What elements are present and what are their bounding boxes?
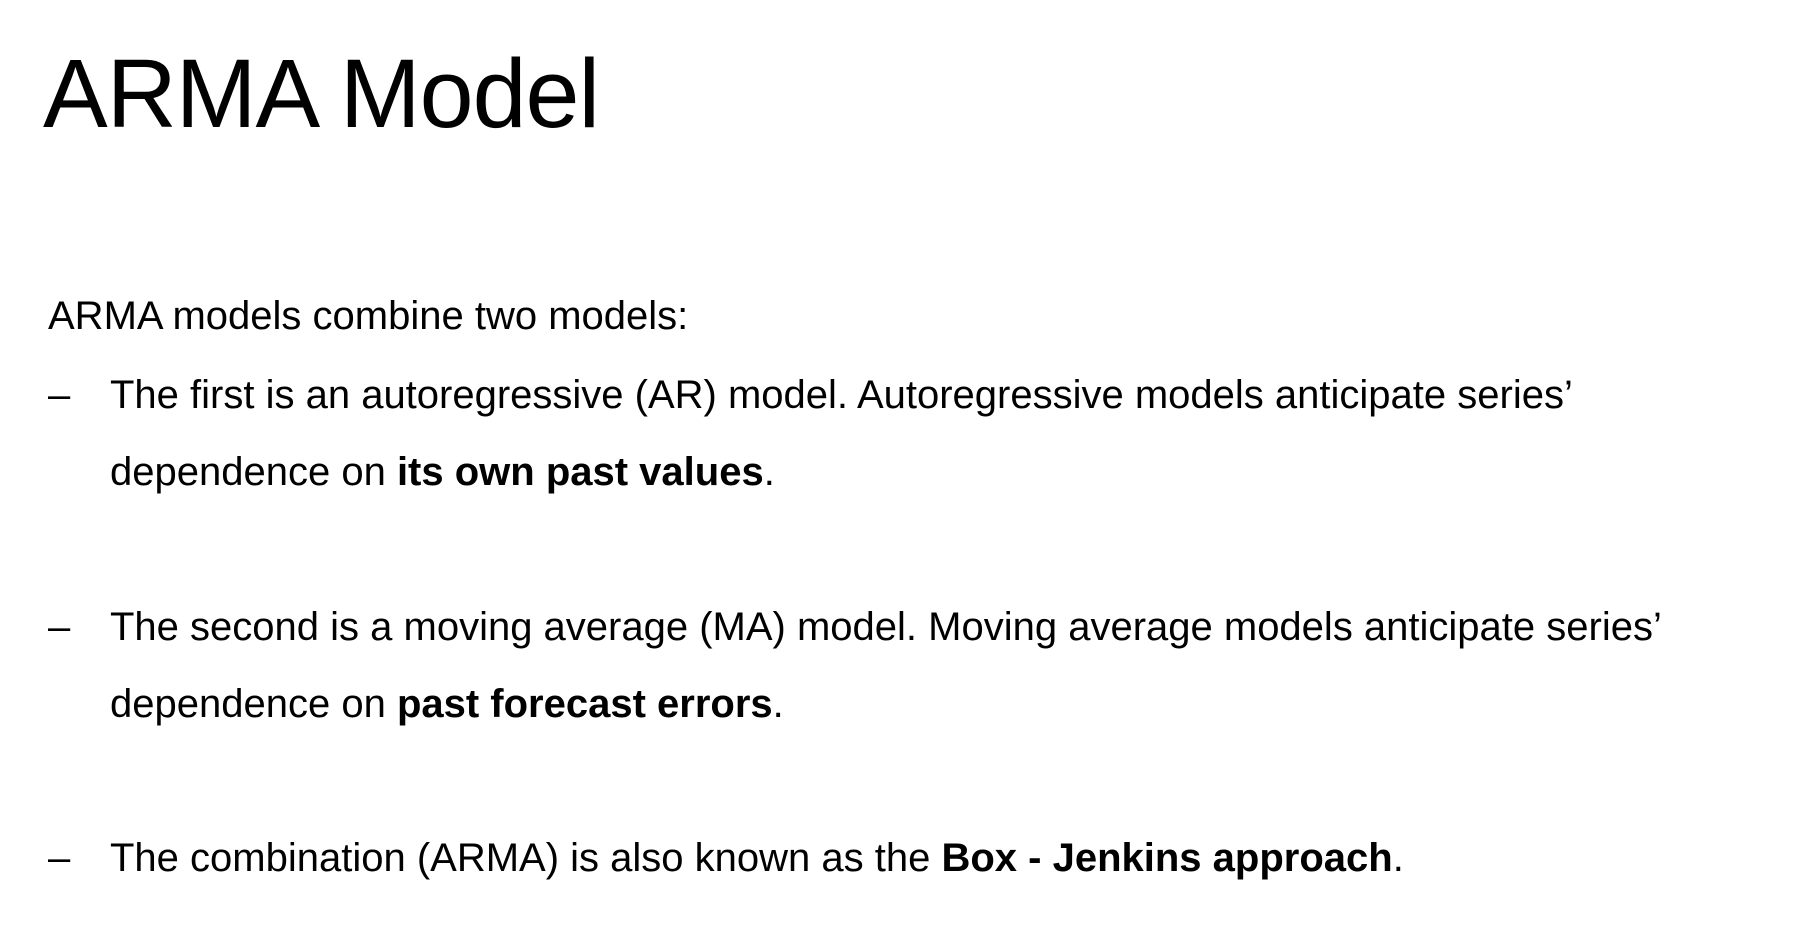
- slide-title: ARMA Model: [43, 39, 600, 148]
- bullet-line-2: dependence on its own past values.: [110, 434, 1800, 511]
- bullet-dash: –: [48, 373, 71, 417]
- bullet-emphasis: past forecast errors: [396, 682, 773, 726]
- bullet-text: The first is an autoregressive (AR) mode…: [110, 357, 1800, 511]
- bullet-text-prefix: dependence on: [110, 450, 397, 494]
- bullet-line-1: The first is an autoregressive (AR) mode…: [110, 373, 1573, 417]
- bullet-text-suffix: .: [763, 450, 775, 494]
- bullet-text: The second is a moving average (MA) mode…: [110, 589, 1800, 743]
- bullet-dash: –: [48, 605, 71, 649]
- bullet-emphasis: Box - Jenkins approach: [941, 836, 1393, 880]
- bullet-emphasis: its own past values: [396, 450, 764, 494]
- bullet-line-1: The combination (ARMA) is also known as …: [110, 820, 1800, 897]
- bullet-text-prefix: dependence on: [110, 682, 397, 726]
- bullet-text: The combination (ARMA) is also known as …: [110, 820, 1800, 897]
- intro-text: ARMA models combine two models:: [48, 294, 689, 338]
- slide: ARMA Model ARMA models combine two model…: [0, 0, 1810, 951]
- bullet-text-suffix: .: [1392, 836, 1404, 880]
- bullet-line-1: The second is a moving average (MA) mode…: [110, 605, 1662, 649]
- bullet-line-2: dependence on past forecast errors.: [110, 666, 1800, 743]
- bullet-text-prefix: The combination (ARMA) is also known as …: [110, 836, 942, 880]
- bullet-dash: –: [48, 836, 71, 880]
- bullet-text-suffix: .: [772, 682, 784, 726]
